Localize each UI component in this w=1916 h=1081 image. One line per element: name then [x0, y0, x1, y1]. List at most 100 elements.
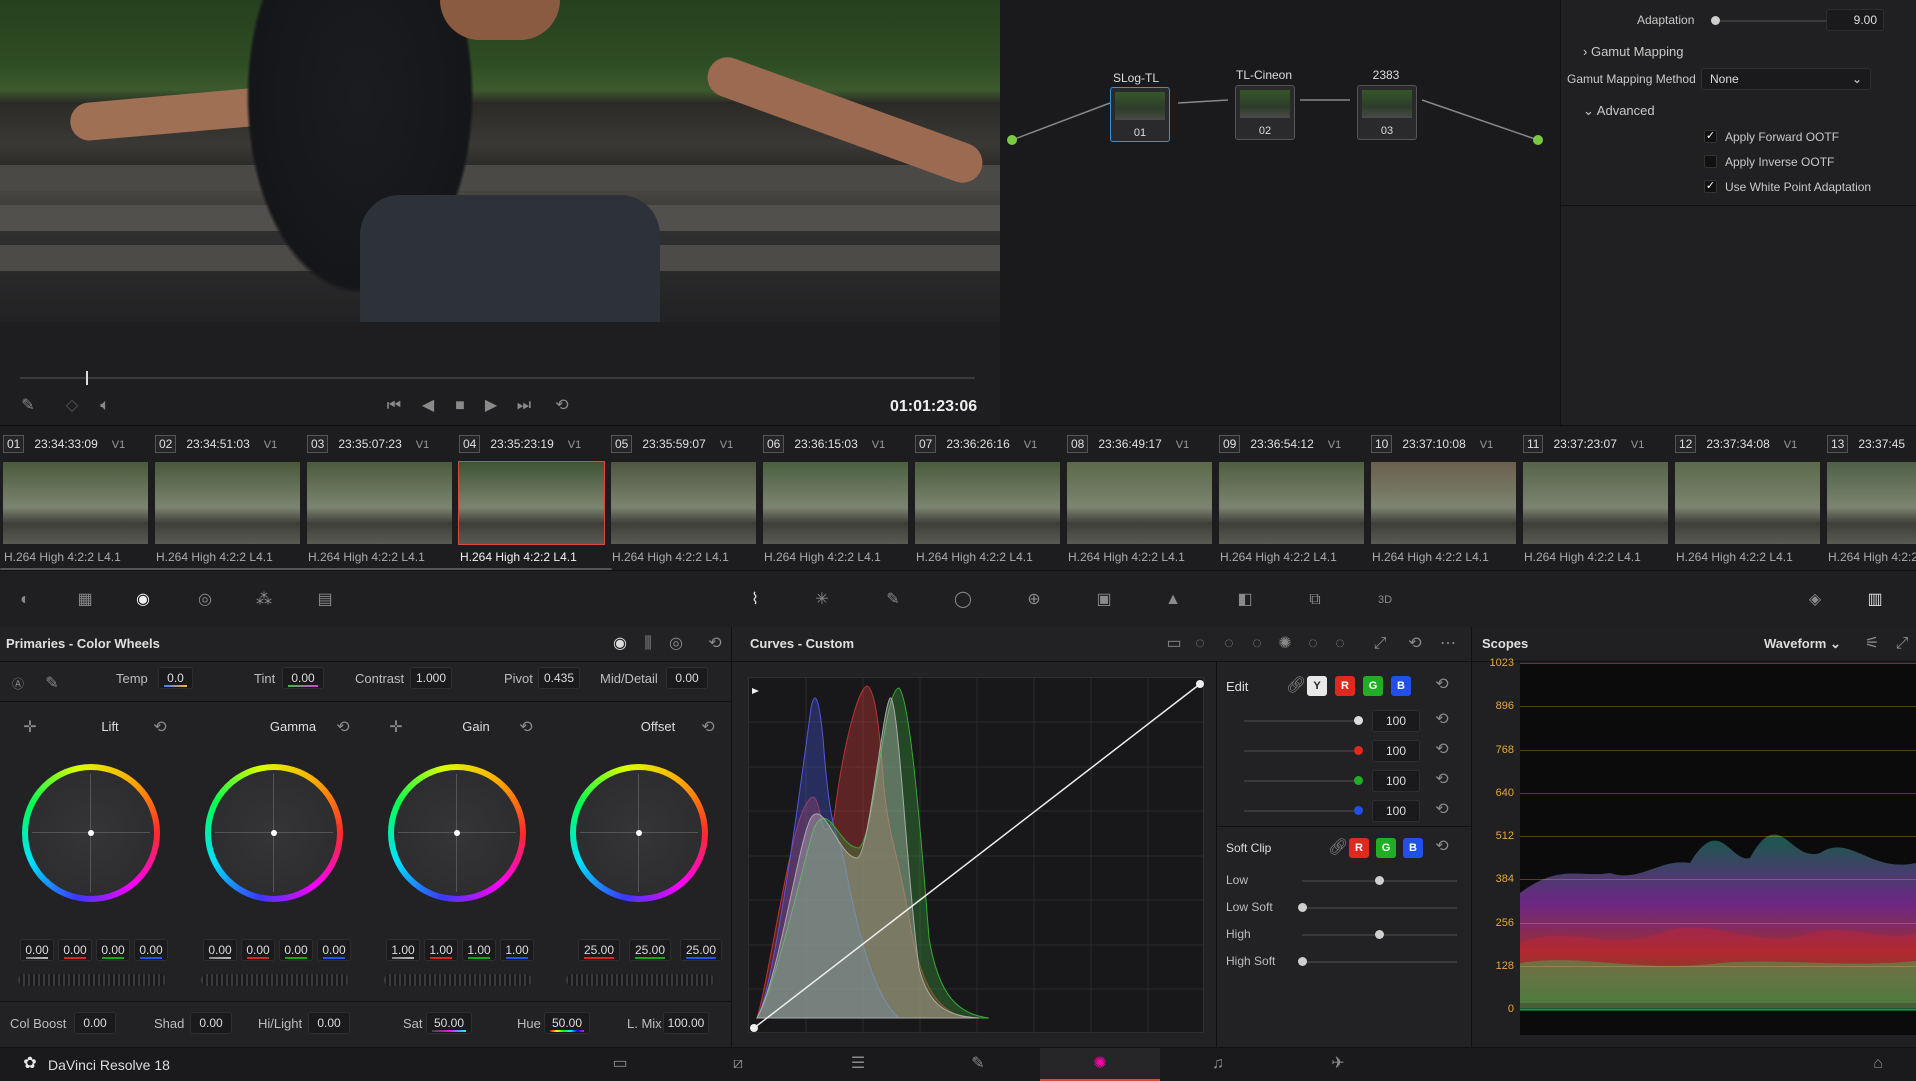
scope-settings-icon[interactable]: ⚟: [1862, 635, 1882, 653]
channel-g-button[interactable]: G: [1363, 676, 1383, 696]
clip-thumbnail[interactable]: [1219, 462, 1364, 544]
node-02[interactable]: 02: [1235, 85, 1295, 140]
contrast-field[interactable]: 1.000: [410, 667, 452, 689]
reset-icon[interactable]: ⟲: [698, 719, 718, 737]
hue-field[interactable]: 50.00: [544, 1012, 590, 1034]
gamma-master-jog[interactable]: [201, 974, 349, 986]
go-to-end-icon[interactable]: ⏭︎: [514, 397, 534, 415]
edit-page-icon[interactable]: ☰: [848, 1055, 868, 1073]
lift-value[interactable]: 0.00: [20, 939, 54, 961]
sat-vs-sat-icon[interactable]: ◌: [1303, 635, 1323, 653]
gain-value[interactable]: 1.00: [424, 939, 458, 961]
tint-field[interactable]: 0.00: [282, 667, 324, 689]
gain-value[interactable]: 1.00: [500, 939, 534, 961]
gain-value[interactable]: 1.00: [462, 939, 496, 961]
clip-thumbnail[interactable]: [458, 461, 605, 545]
scopes-icon[interactable]: ▥: [1865, 591, 1885, 609]
tracker-icon[interactable]: ⊕: [1024, 591, 1044, 609]
volume-icon[interactable]: 🔈︎: [95, 397, 115, 415]
eyedropper-icon[interactable]: ✎: [42, 675, 62, 693]
reset-icon[interactable]: ⟲: [1432, 676, 1452, 694]
softclip-slider-handle[interactable]: [1298, 903, 1307, 912]
wheels-mode-icon[interactable]: ◉: [610, 635, 630, 653]
bars-mode-icon[interactable]: ⫼: [638, 635, 658, 653]
clip-thumbnail[interactable]: [307, 462, 452, 544]
softclip-g-button[interactable]: G: [1376, 838, 1396, 858]
reset-icon[interactable]: ⟲: [1432, 838, 1452, 856]
edit-slider-handle[interactable]: [1354, 806, 1363, 815]
clip-thumbnail[interactable]: [1067, 462, 1212, 544]
lift-value[interactable]: 0.00: [134, 939, 168, 961]
clip-thumbnail[interactable]: [1675, 462, 1820, 544]
adaptation-slider[interactable]: [1711, 16, 1720, 25]
apply-forward-ootf-checkbox[interactable]: ✓: [1704, 130, 1717, 143]
clip-thumbnail[interactable]: [155, 462, 300, 544]
loop-icon[interactable]: ⟲: [552, 397, 572, 415]
edit-value-field[interactable]: 100: [1372, 800, 1420, 822]
hue-vs-lum-icon[interactable]: ◌: [1247, 635, 1267, 653]
highlight-field[interactable]: 0.00: [308, 1012, 350, 1034]
more-options-icon[interactable]: ⋯: [1438, 635, 1458, 653]
qualifier-icon[interactable]: ✎: [883, 591, 903, 609]
reset-icon[interactable]: ⟲: [705, 635, 725, 653]
reset-icon[interactable]: ⟲: [150, 719, 170, 737]
gamma-value[interactable]: 0.00: [241, 939, 275, 961]
blur-icon[interactable]: ▲: [1163, 591, 1183, 609]
clip-thumbnail[interactable]: [1523, 462, 1668, 544]
channel-b-button[interactable]: B: [1391, 676, 1411, 696]
expand-icon[interactable]: ⤢: [1892, 635, 1912, 653]
edit-slider-track[interactable]: [1244, 720, 1354, 722]
softclip-slider-track[interactable]: [1302, 907, 1457, 909]
edit-value-field[interactable]: 100: [1372, 710, 1420, 732]
saturation-field[interactable]: 50.00: [426, 1012, 472, 1034]
luma-mix-field[interactable]: 100.00: [663, 1012, 709, 1034]
gamma-wheel[interactable]: [205, 764, 343, 902]
color-match-icon[interactable]: ▦: [75, 591, 95, 609]
lift-value[interactable]: 0.00: [96, 939, 130, 961]
gamma-value[interactable]: 0.00: [203, 939, 237, 961]
magic-mask-icon[interactable]: ▣: [1094, 591, 1114, 609]
adaptation-field[interactable]: 9.00: [1826, 9, 1884, 31]
expand-icon[interactable]: ⤢: [1370, 635, 1390, 653]
reset-icon[interactable]: ⟲: [1432, 711, 1452, 729]
channel-r-button[interactable]: R: [1335, 676, 1355, 696]
reset-icon[interactable]: ⟲: [516, 719, 536, 737]
softclip-slider-handle[interactable]: [1375, 930, 1384, 939]
fairlight-page-icon[interactable]: ♫: [1208, 1055, 1228, 1073]
camera-raw-icon[interactable]: ◐: [15, 591, 35, 609]
lum-vs-sat-icon[interactable]: ✺: [1275, 635, 1295, 653]
window-icon[interactable]: ◯: [953, 591, 973, 609]
softclip-slider-track[interactable]: [1302, 961, 1457, 963]
motion-effects-icon[interactable]: ▤: [315, 591, 335, 609]
edit-slider-handle[interactable]: [1354, 776, 1363, 785]
crosshair-icon[interactable]: ✛: [20, 719, 40, 737]
curve-custom-icon[interactable]: ▭: [1164, 635, 1184, 653]
reset-icon[interactable]: ⟲: [1432, 801, 1452, 819]
temp-field[interactable]: 0.0: [158, 667, 193, 689]
curve-graph[interactable]: [748, 677, 1205, 1034]
stop-icon[interactable]: ■: [450, 397, 470, 415]
play-reverse-icon[interactable]: ◀: [418, 397, 438, 415]
node-03[interactable]: 03: [1357, 85, 1417, 140]
use-white-point-adaptation-checkbox[interactable]: ✓: [1704, 180, 1717, 193]
sizing-icon[interactable]: ⧉: [1305, 591, 1325, 609]
shadows-field[interactable]: 0.00: [190, 1012, 232, 1034]
hue-vs-hue-icon[interactable]: ◌: [1190, 635, 1210, 653]
clip-thumbnail[interactable]: [763, 462, 908, 544]
gamut-mapping-toggle[interactable]: › Gamut Mapping: [1583, 44, 1683, 59]
edit-slider-track[interactable]: [1244, 810, 1354, 812]
fusion-page-icon[interactable]: ✎: [968, 1055, 988, 1073]
auto-balance-icon[interactable]: Ⓐ: [8, 675, 28, 693]
color-warper-icon[interactable]: ✳: [812, 591, 832, 609]
gain-master-jog[interactable]: [384, 974, 532, 986]
clip-thumbnail[interactable]: [915, 462, 1060, 544]
col-boost-field[interactable]: 0.00: [74, 1012, 116, 1034]
playhead[interactable]: [86, 371, 88, 385]
gamut-method-select[interactable]: None ⌄: [1701, 68, 1871, 90]
lift-master-jog[interactable]: [18, 974, 166, 986]
offset-value[interactable]: 25.00: [629, 939, 671, 961]
play-icon[interactable]: ▶: [481, 397, 501, 415]
3d-icon[interactable]: 3D: [1375, 591, 1395, 609]
node-graph[interactable]: SLog-TL 01 TL-Cineon 02 2383 03: [1000, 0, 1560, 425]
channel-y-button[interactable]: Y: [1307, 676, 1327, 696]
